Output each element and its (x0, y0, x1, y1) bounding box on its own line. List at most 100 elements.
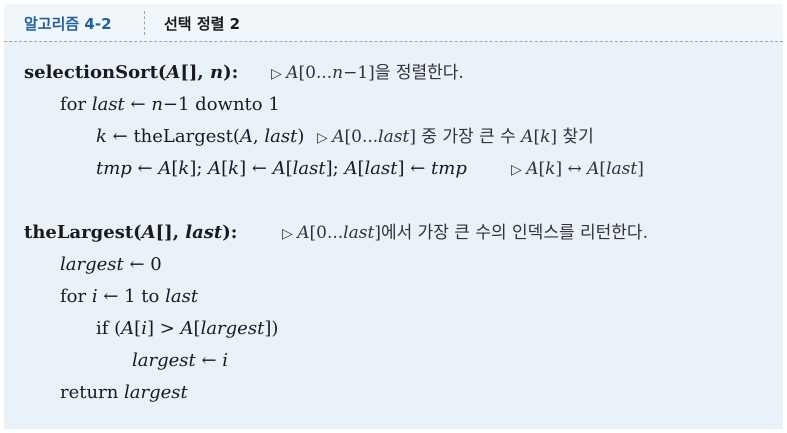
var-last: last (165, 286, 199, 307)
comment-text: ] (637, 159, 644, 179)
var-k: k (228, 158, 240, 179)
comment-var: last (343, 223, 375, 243)
paren: ( (232, 126, 240, 147)
keyword-for: for (60, 286, 92, 307)
code-line-for-last: for last ← n−1 downto 1 (60, 93, 280, 117)
var-n: n (151, 94, 163, 115)
param-n: n (209, 62, 224, 83)
comment-find-largest: ▷ A[0...last] 중 가장 큰 수 A[k] 찾기 (317, 125, 594, 150)
paren: ) (297, 126, 305, 147)
comment-var: A (587, 159, 600, 179)
comment-text: ] ↔ (555, 159, 588, 179)
paren: ): (223, 62, 239, 83)
code-text: [ (285, 158, 293, 179)
code-line-for-i: for i ← 1 to last (60, 285, 198, 309)
comment-var: A (297, 223, 310, 243)
code-text: −1 downto 1 (162, 94, 280, 115)
comment-marker: ▷ (317, 130, 333, 146)
code-line-if: if (A[i] > A[largest]) (96, 317, 278, 341)
comment-var: k (545, 159, 556, 179)
code-text: ← 1 to (97, 286, 166, 307)
comment-text: [0... (309, 223, 344, 243)
code-text: , (252, 126, 265, 147)
paren: ): (222, 222, 238, 243)
param-a: A (166, 62, 181, 83)
param-sep: [], (155, 222, 186, 243)
comment-var: last (378, 127, 410, 147)
comment-var: A (526, 159, 539, 179)
code-text: ] > (146, 318, 181, 339)
var-last: last (364, 158, 398, 179)
keyword-if: if ( (96, 318, 122, 339)
var-a: A (180, 318, 194, 339)
var-largest: largest (60, 254, 124, 275)
var-i: i (222, 350, 229, 371)
comment-text: −1]을 정렬한다. (343, 63, 464, 83)
comment-marker: ▷ (511, 162, 527, 178)
code-text: ← 0 (123, 254, 162, 275)
keyword-return: return (60, 382, 125, 403)
algorithm-box: 알고리즘 4-2 선택 정렬 2 selectionSort(A[], n): … (4, 4, 783, 429)
code-text: ]) (264, 318, 279, 339)
var-a: A (272, 158, 286, 179)
comment-text: [0... (344, 127, 379, 147)
comment-text: [0... (298, 63, 333, 83)
function-call: theLargest (133, 126, 233, 147)
param-a: A (141, 222, 156, 243)
function-name: theLargest (24, 222, 134, 243)
var-a: A (208, 158, 222, 179)
comment-marker: ▷ (271, 66, 287, 82)
comment-var: A (286, 63, 299, 83)
var-a: A (239, 126, 253, 147)
var-largest: largest (132, 350, 196, 371)
comment-var: last (606, 159, 638, 179)
header-divider (144, 11, 145, 35)
var-last: last (91, 94, 125, 115)
var-k: k (96, 126, 107, 147)
var-last: last (264, 126, 298, 147)
keyword-for: for (60, 94, 92, 115)
code-line-k-assign: k ← theLargest(A, last) (96, 125, 304, 149)
var-a: A (121, 318, 135, 339)
param-last: last (185, 222, 223, 243)
comment-var: A (521, 127, 534, 147)
var-largest: largest (200, 318, 265, 339)
comment-var: A (332, 127, 345, 147)
assign-arrow: ← (195, 350, 223, 371)
var-last: last (292, 158, 326, 179)
var-tmp: tmp (431, 158, 467, 179)
code-text: [ (193, 318, 201, 339)
comment-the-largest: ▷ A[0...last]에서 가장 큰 수의 인덱스를 리턴한다. (282, 221, 648, 246)
var-a: A (158, 158, 172, 179)
var-tmp: tmp (96, 158, 132, 179)
comment-selection-sort: ▷ A[0...n−1]을 정렬한다. (271, 61, 464, 86)
comment-text: ] 찾기 (550, 127, 594, 147)
algorithm-header: 알고리즘 4-2 선택 정렬 2 (4, 4, 783, 41)
comment-var: n (332, 63, 344, 83)
comment-text: ]에서 가장 큰 수의 인덱스를 리턴한다. (374, 223, 648, 243)
code-text: ] ← (239, 158, 273, 179)
var-k: k (178, 158, 190, 179)
function-name: selectionSort (24, 62, 158, 83)
paren: ( (133, 222, 142, 243)
var-largest: largest (124, 382, 188, 403)
header-rule (4, 41, 783, 42)
code-line-swap: tmp ← A[k]; A[k] ← A[last]; A[last] ← tm… (96, 157, 467, 181)
comment-text: ] 중 가장 큰 수 (409, 127, 522, 147)
assign-arrow: ← (106, 126, 134, 147)
comment-swap: ▷ A[k] ↔ A[last] (511, 157, 644, 182)
code-line-the-largest: theLargest(A[], last): (24, 221, 237, 245)
assign-arrow: ← (131, 158, 159, 179)
comment-var: k (540, 127, 551, 147)
code-text: ]; (189, 158, 209, 179)
code-line-return: return largest (60, 381, 188, 405)
comment-marker: ▷ (282, 226, 298, 242)
code-line-selection-sort: selectionSort(A[], n): (24, 61, 238, 85)
code-line-largest-init: largest ← 0 (60, 253, 162, 277)
param-sep: [], (180, 62, 210, 83)
var-a: A (344, 158, 358, 179)
code-text: ]; (325, 158, 345, 179)
code-text: ] ← (397, 158, 432, 179)
code-line-largest-assign: largest ← i (132, 349, 228, 373)
algorithm-title: 선택 정렬 2 (164, 15, 241, 33)
